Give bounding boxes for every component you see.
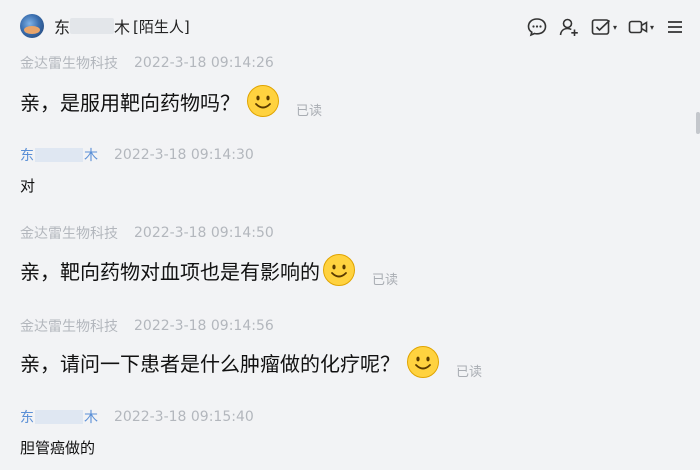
redacted-name bbox=[35, 148, 83, 162]
smile-emoji-icon bbox=[323, 254, 355, 286]
redacted-name bbox=[35, 410, 83, 424]
video-call-button[interactable]: ▾ bbox=[627, 16, 654, 38]
read-status: 已读 bbox=[296, 103, 323, 119]
read-status: 已读 bbox=[372, 272, 399, 288]
message-content: 胆管癌做的 bbox=[20, 439, 96, 457]
message-time: 2022-3-18 09:14:50 bbox=[134, 225, 274, 241]
read-status: 已读 bbox=[456, 364, 483, 380]
message-time: 2022-3-18 09:14:56 bbox=[134, 318, 274, 334]
task-button[interactable]: ▾ bbox=[590, 16, 617, 38]
message-text: 胆管癌做的 bbox=[20, 437, 95, 458]
contact-name-end: 木 bbox=[114, 18, 131, 37]
redacted-name bbox=[70, 18, 115, 34]
header-toolbar: ▾ ▾ bbox=[526, 14, 686, 40]
message-meta: 金达雷生物科技 2022-3-18 09:14:26 bbox=[20, 53, 274, 73]
contact-tag: [陌生人] bbox=[133, 17, 190, 36]
smile-emoji-icon bbox=[247, 85, 279, 117]
sender-name: 金达雷生物科技 bbox=[20, 56, 118, 72]
message-meta: 金达雷生物科技 2022-3-18 09:14:56 bbox=[20, 316, 274, 336]
more-menu-icon bbox=[668, 21, 682, 33]
chevron-down-icon: ▾ bbox=[649, 22, 654, 32]
avatar[interactable] bbox=[20, 14, 44, 38]
chat-bubble-button[interactable] bbox=[526, 16, 548, 38]
message-content: 对 bbox=[20, 177, 36, 195]
chevron-down-icon: ▾ bbox=[612, 22, 617, 32]
sender-name-start: 东 bbox=[20, 410, 34, 426]
chat-header: 东 木 [陌生人] ▾ ▾ bbox=[0, 0, 700, 50]
message-time: 2022-3-18 09:15:40 bbox=[114, 409, 254, 425]
chat-title: 东 木 [陌生人] bbox=[54, 15, 190, 38]
sender-name: 金达雷生物科技 bbox=[20, 226, 118, 242]
message-time: 2022-3-18 09:14:30 bbox=[114, 147, 254, 163]
sender-name-start: 东 bbox=[20, 148, 34, 164]
message-meta: 东 木 2022-3-18 09:14:30 bbox=[20, 145, 254, 165]
video-call-icon bbox=[628, 20, 648, 34]
message-text: 亲，请问一下患者是什么肿瘤做的化疗呢？ 已读 bbox=[20, 345, 483, 380]
message-content: 亲，是服用靶向药物吗？ bbox=[20, 90, 240, 115]
message-text: 对 bbox=[20, 175, 35, 196]
message-text: 亲，是服用靶向药物吗？ 已读 bbox=[20, 84, 323, 119]
message-content: 亲，靶向药物对血项也是有影响的 bbox=[20, 259, 320, 284]
smile-emoji-icon bbox=[407, 346, 439, 378]
message-content: 亲，请问一下患者是什么肿瘤做的化疗呢？ bbox=[20, 351, 400, 376]
message-text: 亲，靶向药物对血项也是有影响的 已读 bbox=[20, 253, 399, 288]
sender-name: 金达雷生物科技 bbox=[20, 319, 118, 335]
message-time: 2022-3-18 09:14:26 bbox=[134, 55, 274, 71]
add-contact-button[interactable] bbox=[558, 16, 580, 38]
message-meta: 东 木 2022-3-18 09:15:40 bbox=[20, 407, 254, 427]
sender-name-end: 木 bbox=[84, 410, 98, 426]
chat-bubble-icon bbox=[527, 18, 547, 37]
more-menu-button[interactable] bbox=[664, 16, 686, 38]
checkbox-task-icon bbox=[591, 19, 611, 35]
add-contact-icon bbox=[559, 18, 578, 36]
contact-name-start: 东 bbox=[54, 18, 71, 37]
sender-name-end: 木 bbox=[84, 148, 98, 164]
scrollbar[interactable] bbox=[696, 112, 700, 134]
message-meta: 金达雷生物科技 2022-3-18 09:14:50 bbox=[20, 223, 274, 243]
